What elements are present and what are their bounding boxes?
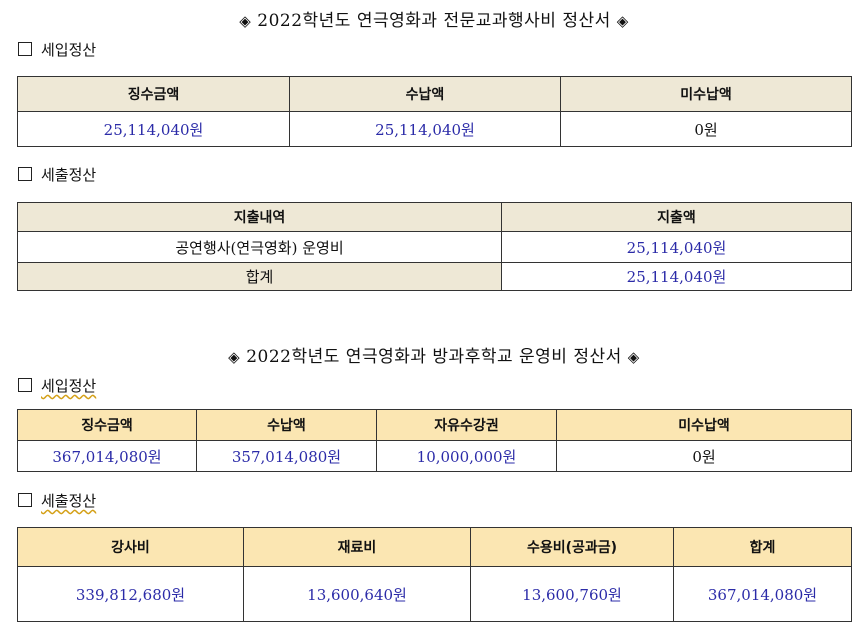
table-cell: 0원 (556, 440, 852, 472)
diamond-bullet-icon: ◈ (228, 348, 241, 366)
table-cell: 367,014,080원 (17, 440, 197, 472)
doc2-expense-section-label: 세출정산 (18, 490, 96, 511)
checkbox-square-icon (18, 493, 32, 507)
table-total-label-cell: 합계 (17, 262, 502, 291)
doc1-title-text: 2022학년도 연극영화과 전문교과행사비 정산서 (257, 11, 611, 31)
table-header-cell: 지출액 (501, 202, 852, 232)
table-header-cell: 수납액 (196, 409, 377, 441)
diamond-bullet-icon: ◈ (627, 348, 640, 366)
doc2-expense-table: 강사비 재료비 수용비(공과금) 합계 339,812,680원 13,600,… (17, 527, 852, 622)
table-cell: 357,014,080원 (196, 440, 377, 472)
table-cell: 25,114,040원 (17, 111, 290, 147)
checkbox-square-icon (18, 42, 32, 56)
doc1-title: ◈ 2022학년도 연극영화과 전문교과행사비 정산서 ◈ (0, 6, 868, 31)
table-row: 367,014,080원 357,014,080원 10,000,000원 0원 (17, 440, 852, 472)
doc2-title: ◈ 2022학년도 연극영화과 방과후학교 운영비 정산서 ◈ (0, 342, 868, 367)
table-cell: 25,114,040원 (501, 262, 852, 291)
doc1-expense-section-label: 세출정산 (18, 164, 96, 185)
table-header-cell: 강사비 (17, 527, 244, 567)
table-header-row: 강사비 재료비 수용비(공과금) 합계 (17, 527, 852, 567)
table-header-cell: 수납액 (289, 76, 561, 112)
table-cell: 공연행사(연극영화) 운영비 (17, 231, 502, 263)
table-cell: 25,114,040원 (501, 231, 852, 263)
table-header-row: 징수금액 수납액 미수납액 (17, 76, 852, 112)
table-cell: 339,812,680원 (17, 566, 244, 622)
table-cell: 13,600,760원 (470, 566, 674, 622)
table-header-cell: 지출내역 (17, 202, 502, 232)
table-row: 339,812,680원 13,600,640원 13,600,760원 367… (17, 566, 852, 622)
table-row: 공연행사(연극영화) 운영비 25,114,040원 (17, 231, 852, 263)
doc2-income-table: 징수금액 수납액 자유수강권 미수납액 367,014,080원 357,014… (17, 409, 852, 472)
table-row: 25,114,040원 25,114,040원 0원 (17, 111, 852, 147)
table-header-cell: 재료비 (243, 527, 471, 567)
table-header-cell: 합계 (673, 527, 852, 567)
table-row: 합계 25,114,040원 (17, 262, 852, 291)
table-header-cell: 수용비(공과금) (470, 527, 674, 567)
table-header-cell: 징수금액 (17, 76, 290, 112)
table-cell: 13,600,640원 (243, 566, 471, 622)
doc1-expense-table: 지출내역 지출액 공연행사(연극영화) 운영비 25,114,040원 합계 2… (17, 202, 852, 291)
table-cell: 10,000,000원 (376, 440, 557, 472)
diamond-bullet-icon: ◈ (239, 12, 252, 30)
doc2-title-text: 2022학년도 연극영화과 방과후학교 운영비 정산서 (246, 347, 622, 367)
table-header-row: 징수금액 수납액 자유수강권 미수납액 (17, 409, 852, 441)
table-header-cell: 자유수강권 (376, 409, 557, 441)
table-header-cell: 미수납액 (556, 409, 852, 441)
doc1-income-table: 징수금액 수납액 미수납액 25,114,040원 25,114,040원 0원 (17, 76, 852, 147)
table-cell: 367,014,080원 (673, 566, 852, 622)
table-header-cell: 징수금액 (17, 409, 197, 441)
table-header-cell: 미수납액 (560, 76, 852, 112)
table-header-row: 지출내역 지출액 (17, 202, 852, 232)
checkbox-square-icon (18, 167, 32, 181)
table-cell: 25,114,040원 (289, 111, 561, 147)
table-cell: 0원 (560, 111, 852, 147)
checkbox-square-icon (18, 378, 32, 392)
doc1-income-section-label: 세입정산 (18, 39, 96, 60)
diamond-bullet-icon: ◈ (616, 12, 629, 30)
doc2-income-section-label: 세입정산 (18, 375, 96, 396)
